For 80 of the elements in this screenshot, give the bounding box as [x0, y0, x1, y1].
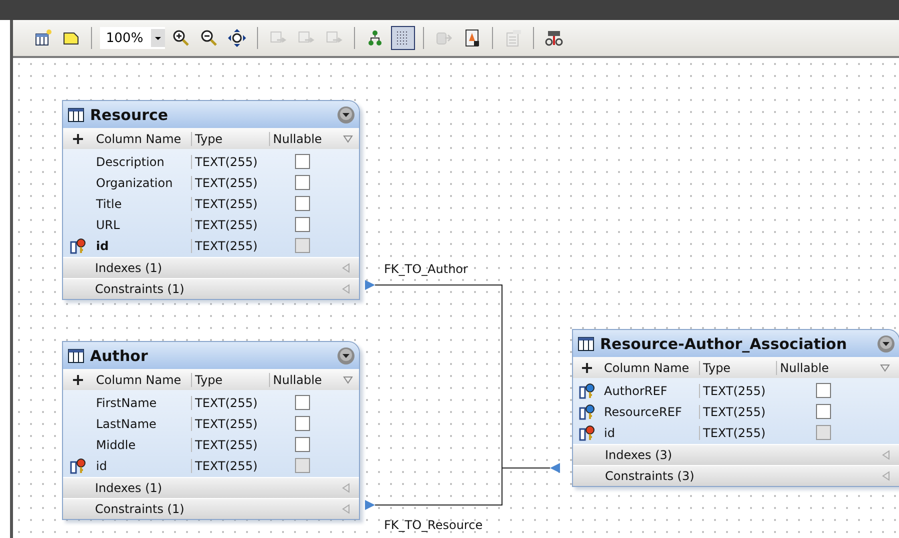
nullable-checkbox[interactable]	[816, 404, 831, 419]
column-header: Nullable	[269, 132, 336, 146]
section-bar[interactable]: Constraints (1)	[63, 278, 359, 299]
column-header: Type	[699, 360, 776, 374]
relation-label: FK_TO_Resource	[384, 518, 483, 532]
column-name: id	[95, 458, 108, 472]
section-bar[interactable]: Constraints (1)	[63, 498, 359, 519]
section-bar[interactable]: Indexes (1)	[63, 257, 359, 278]
column-name: Description	[95, 154, 166, 168]
column-header: Nullable	[776, 360, 871, 374]
grid-icon[interactable]	[391, 26, 416, 50]
collapse-icon[interactable]	[337, 346, 355, 364]
column-type: TEXT(255)	[191, 416, 269, 430]
column-header: Column Name	[95, 132, 182, 146]
column-type: TEXT(255)	[191, 458, 269, 472]
column-name: AuthorREF	[603, 384, 668, 398]
section-label: Indexes (1)	[95, 261, 162, 275]
nullable-checkbox[interactable]	[295, 395, 310, 410]
plus-icon[interactable]	[72, 374, 84, 386]
table-icon	[578, 336, 594, 350]
nullable-checkbox[interactable]	[295, 437, 310, 452]
filter-icon[interactable]	[880, 362, 890, 372]
column-header: Column Name	[603, 360, 690, 374]
column-header: Column Name	[95, 372, 182, 386]
column-type: TEXT(255)	[699, 384, 776, 398]
table-title: Resource-Author_Association	[600, 334, 848, 352]
column-name: LastName	[95, 416, 158, 430]
column-type: TEXT(255)	[191, 238, 269, 252]
filter-icon[interactable]	[342, 374, 352, 384]
column-type: TEXT(255)	[191, 196, 269, 210]
column-name: id	[603, 426, 616, 440]
expand-icon	[341, 284, 351, 294]
zoom-dropdown[interactable]: 100%	[100, 27, 166, 49]
expand-icon	[881, 471, 891, 481]
column-type: TEXT(255)	[191, 218, 269, 232]
column-header: Type	[191, 132, 269, 146]
section-label: Indexes (1)	[95, 481, 162, 495]
expand-icon	[341, 504, 351, 514]
expand-icon	[341, 263, 351, 273]
collapse-icon[interactable]	[337, 106, 355, 124]
nullable-checkbox[interactable]	[295, 416, 310, 431]
expand-icon	[881, 450, 891, 460]
nullable-checkbox[interactable]	[295, 196, 310, 211]
section-label: Constraints (3)	[605, 469, 694, 483]
nullable-checkbox[interactable]	[295, 217, 310, 232]
filter-icon[interactable]	[342, 134, 352, 144]
section-label: Indexes (3)	[605, 448, 672, 462]
column-name: Middle	[95, 438, 137, 452]
relation-label: FK_TO_Author	[384, 262, 468, 276]
collapse-icon[interactable]	[877, 334, 895, 352]
expand-icon	[341, 483, 351, 493]
nullable-checkbox[interactable]	[295, 175, 310, 190]
column-type: TEXT(255)	[699, 404, 776, 418]
column-type: TEXT(255)	[191, 154, 269, 168]
column-name: Title	[95, 196, 123, 210]
column-name: Organization	[95, 176, 174, 190]
nullable-checkbox[interactable]	[816, 383, 831, 398]
column-type: TEXT(255)	[191, 438, 269, 452]
section-label: Constraints (1)	[95, 282, 184, 296]
table-icon	[68, 348, 84, 362]
plus-icon[interactable]	[581, 362, 593, 374]
section-bar[interactable]: Indexes (3)	[573, 444, 899, 465]
column-name: ResourceREF	[603, 404, 683, 418]
plus-icon[interactable]	[72, 132, 84, 144]
column-type: TEXT(255)	[191, 396, 269, 410]
column-header: Nullable	[269, 372, 336, 386]
table-title: Resource	[90, 106, 170, 124]
caret-icon	[151, 29, 166, 47]
nullable-checkbox[interactable]	[295, 154, 310, 169]
column-name: FirstName	[95, 396, 158, 410]
column-type: TEXT(255)	[699, 426, 776, 440]
section-bar[interactable]: Constraints (3)	[573, 465, 899, 486]
table-icon	[68, 108, 84, 122]
column-name: URL	[95, 218, 121, 232]
table-title: Author	[90, 346, 149, 364]
section-label: Constraints (1)	[95, 502, 184, 516]
column-name: id	[95, 238, 110, 252]
section-bar[interactable]: Indexes (1)	[63, 477, 359, 498]
column-header: Type	[191, 372, 269, 386]
column-type: TEXT(255)	[191, 176, 269, 190]
